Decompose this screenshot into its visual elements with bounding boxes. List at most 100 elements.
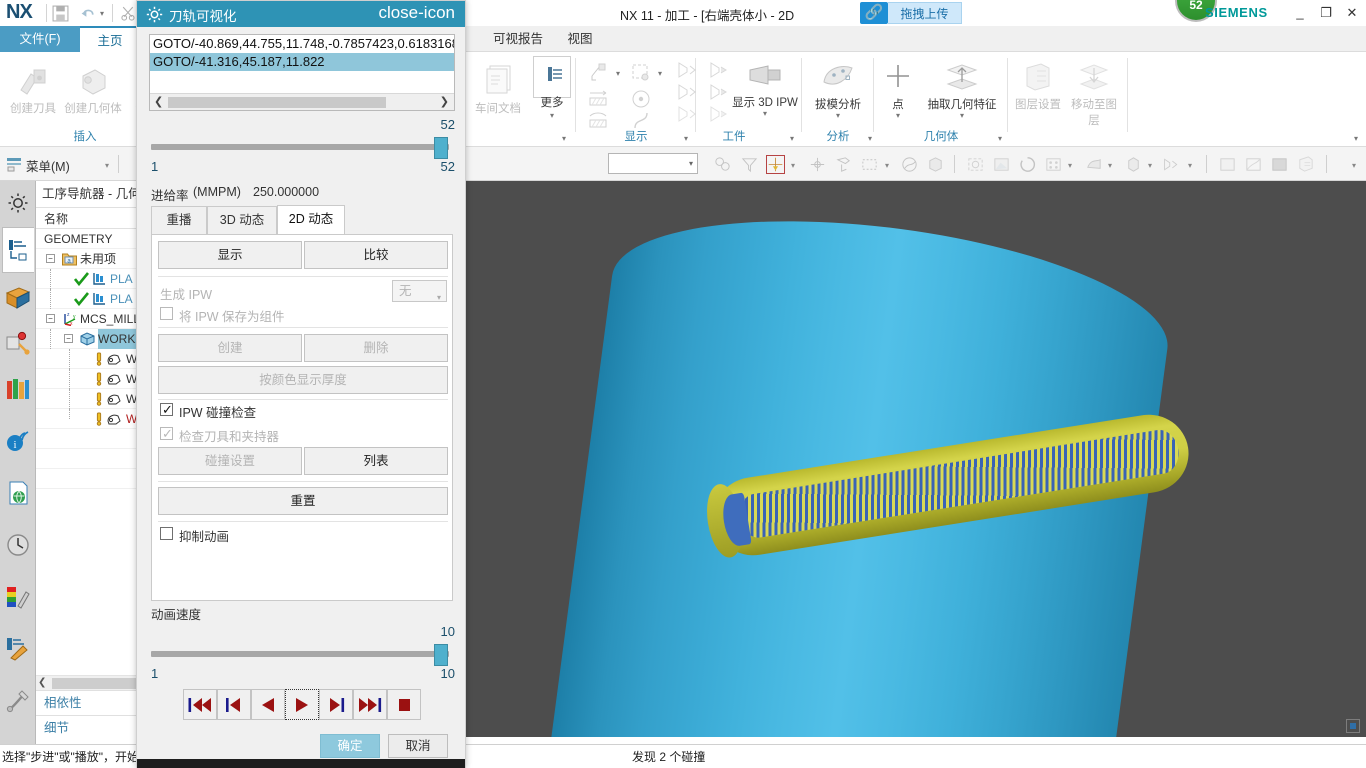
snap-point-icon[interactable] xyxy=(713,155,732,174)
slider-track[interactable] xyxy=(151,144,449,150)
cancel-button[interactable]: 取消 xyxy=(388,734,448,758)
move-to-layer-button[interactable]: 移动至图层 xyxy=(1066,60,1122,128)
view-orientation-icon[interactable] xyxy=(1044,155,1063,174)
sidebar-item-render[interactable] xyxy=(2,577,34,617)
stop-button[interactable] xyxy=(387,689,421,720)
shaded-body-icon[interactable] xyxy=(900,155,919,174)
rectangle-select-icon[interactable] xyxy=(860,155,879,174)
ipw-collision-checkbox[interactable]: ✓ xyxy=(160,402,173,417)
tab-3d-dynamic[interactable]: 3D 动态 xyxy=(207,206,277,234)
window-restore-button[interactable]: ❐ xyxy=(1317,4,1335,22)
sidebar-item-operation-navigator[interactable] xyxy=(2,227,34,273)
target-point-icon[interactable] xyxy=(630,88,652,110)
tab-file[interactable]: 文件(F) xyxy=(0,26,80,52)
chevron-down-icon[interactable]: ▾ xyxy=(437,287,441,308)
forward-to-end-button[interactable] xyxy=(353,689,387,720)
delete-ipw-button[interactable]: 删除 xyxy=(304,334,448,362)
menu-icon[interactable] xyxy=(5,155,23,173)
move-object-icon[interactable] xyxy=(808,155,827,174)
ok-button[interactable]: 确定 xyxy=(320,734,380,758)
group-expand-caret[interactable]: ▾ xyxy=(998,135,1002,143)
tree-expander[interactable]: − xyxy=(64,334,73,343)
scroll-left-icon[interactable]: ❮ xyxy=(38,677,46,688)
list-item[interactable]: GOTO/-40.869,44.755,11.748,-0.7857423,0.… xyxy=(150,35,454,53)
chevron-down-icon[interactable]: ▾ xyxy=(728,110,802,118)
filter-funnel-icon[interactable] xyxy=(740,155,759,174)
workpiece-b-icon[interactable] xyxy=(708,60,730,80)
workpiece-a-icon[interactable] xyxy=(676,60,698,80)
view-anchor-icon[interactable] xyxy=(1346,719,1360,733)
tab-view[interactable]: 视图 xyxy=(556,26,604,52)
workpiece-e-icon[interactable] xyxy=(676,104,698,124)
display-frame-icon[interactable] xyxy=(630,62,652,84)
face-select-icon[interactable] xyxy=(834,155,853,174)
visibility-icon[interactable] xyxy=(1162,155,1181,174)
tab-2d-dynamic[interactable]: 2D 动态 xyxy=(277,205,345,234)
graphics-viewport[interactable]: 3D世界网 WWW.3DSJW.COM xyxy=(465,181,1366,737)
navigator-hscrollbar[interactable]: ❮ xyxy=(36,675,140,690)
save-icon[interactable] xyxy=(52,5,69,22)
sidebar-item-machining-wizard[interactable] xyxy=(2,629,34,669)
shading-style-icon[interactable] xyxy=(1084,155,1103,174)
selection-filter-combo[interactable]: ▾ xyxy=(608,153,698,174)
chevron-down-icon[interactable]: ▾ xyxy=(105,161,109,170)
playback-slider[interactable]: 52 1 52 xyxy=(137,117,467,179)
create-geometry-button[interactable]: 创建几何体 xyxy=(62,64,124,116)
scroll-left-icon[interactable]: ❮ xyxy=(154,95,163,108)
display-tool-icon[interactable] xyxy=(588,62,610,84)
scrollbar-thumb[interactable] xyxy=(168,97,386,108)
sidebar-item-constraint-navigator[interactable] xyxy=(2,323,34,363)
window-close-button[interactable]: ✕ xyxy=(1343,4,1361,22)
upload-drag-button[interactable]: 🔗 xyxy=(860,2,888,24)
step-forward-button[interactable] xyxy=(319,689,353,720)
play-forward-button[interactable] xyxy=(285,689,319,720)
upload-drag-label[interactable]: 拖拽上传 xyxy=(888,2,962,24)
compare-button[interactable]: 比较 xyxy=(304,241,448,269)
tab-visual-report[interactable]: 可视报告 xyxy=(480,26,556,52)
list-item[interactable]: GOTO/-41.316,45.187,11.822 xyxy=(150,53,454,71)
workpiece-f-icon[interactable] xyxy=(708,104,730,124)
tab-details[interactable]: 细节 xyxy=(36,715,140,740)
draft-analysis-button[interactable]: 拔模分析 ▾ xyxy=(802,60,874,120)
create-tool-button[interactable]: 创建刀具 xyxy=(6,64,60,116)
tab-dependencies[interactable]: 相依性 xyxy=(36,690,140,715)
chevron-down-icon[interactable]: ▾ xyxy=(100,9,104,18)
group-expand-caret[interactable]: ▾ xyxy=(562,135,566,143)
slider-thumb[interactable] xyxy=(434,137,448,159)
layer-settings-button[interactable]: 图层设置 xyxy=(1010,60,1066,112)
generate-ipw-select[interactable]: 无 ▾ xyxy=(392,280,447,302)
sidebar-item-info[interactable]: i xyxy=(2,421,34,461)
reset-button[interactable]: 重置 xyxy=(158,487,448,515)
toolbar-overflow-caret[interactable]: ▾ xyxy=(1352,161,1356,170)
tree-expander[interactable]: − xyxy=(46,314,55,323)
cut-icon[interactable] xyxy=(120,5,137,22)
sidebar-item-html-help[interactable] xyxy=(2,473,34,513)
sidebar-item-history[interactable] xyxy=(2,525,34,565)
chevron-down-icon[interactable]: ▾ xyxy=(885,161,889,170)
slider-thumb[interactable] xyxy=(434,644,448,666)
chevron-down-icon[interactable]: ▾ xyxy=(802,112,874,120)
layer-list-icon[interactable] xyxy=(1296,155,1315,174)
snap-intersection-icon[interactable] xyxy=(766,155,785,174)
chevron-down-icon[interactable]: ▾ xyxy=(530,112,574,120)
chevron-down-icon[interactable]: ▾ xyxy=(920,112,1004,120)
workpiece-c-icon[interactable] xyxy=(676,82,698,102)
chevron-down-icon[interactable]: ▾ xyxy=(1108,161,1112,170)
chevron-down-icon[interactable]: ▾ xyxy=(689,159,693,168)
tree-expander[interactable]: − xyxy=(46,254,55,263)
sidebar-item-reuse-library[interactable] xyxy=(2,369,34,409)
tab-home[interactable]: 主页 xyxy=(80,26,140,52)
collision-settings-button[interactable]: 碰撞设置 xyxy=(158,447,302,475)
scroll-right-icon[interactable]: ❯ xyxy=(440,95,449,108)
close-icon[interactable]: close-icon xyxy=(378,4,455,22)
chevron-down-icon[interactable]: ▾ xyxy=(791,161,795,170)
point-button[interactable]: 点 ▾ xyxy=(876,60,920,120)
chevron-down-icon[interactable]: ▾ xyxy=(1188,161,1192,170)
sidebar-item-assembly-navigator[interactable] xyxy=(2,277,34,317)
zoom-fit-icon[interactable] xyxy=(966,155,985,174)
save-ipw-checkbox[interactable] xyxy=(160,307,173,320)
animation-speed-slider[interactable]: 10 1 10 xyxy=(137,624,467,686)
collision-list-button[interactable]: 列表 xyxy=(304,447,448,475)
chevron-down-icon[interactable]: ▾ xyxy=(1148,161,1152,170)
check-tool-holder-checkbox[interactable]: ✓ xyxy=(160,426,173,441)
